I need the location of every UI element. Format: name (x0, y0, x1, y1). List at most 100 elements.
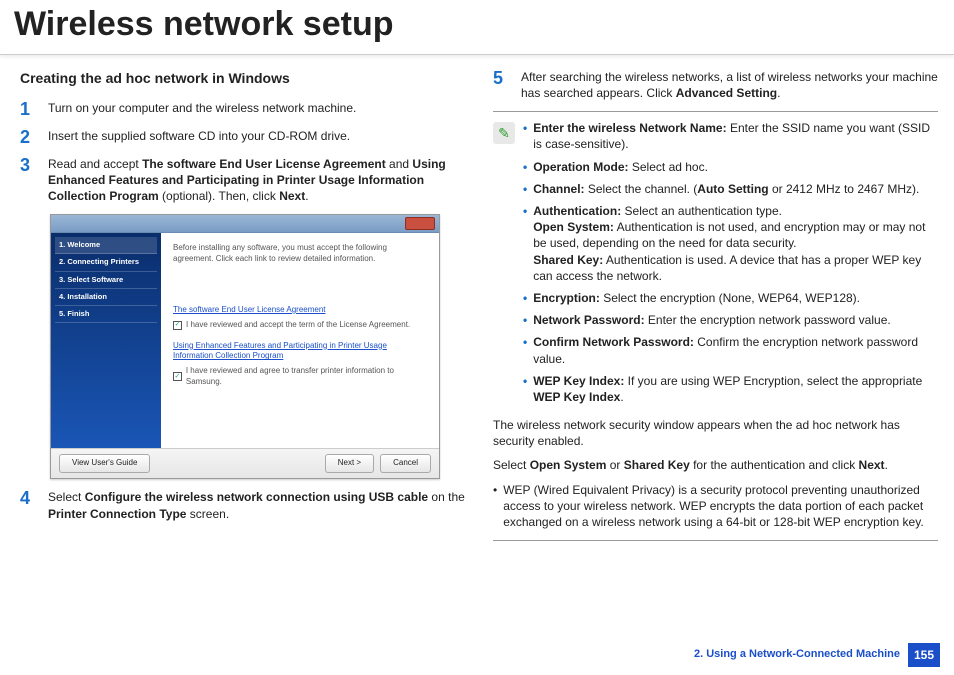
note-icon: ✎ (493, 122, 515, 144)
t: Configure the wireless network connectio… (85, 490, 428, 504)
t: Encryption: (533, 291, 600, 305)
t: and (386, 157, 413, 171)
checkbox-icon[interactable]: ✓ (173, 321, 182, 330)
t: Select (493, 458, 530, 472)
page-footer: 2. Using a Network-Connected Machine 155 (694, 643, 940, 667)
right-column: 5 After searching the wireless networks,… (493, 69, 938, 549)
section-heading: Creating the ad hoc network in Windows (20, 69, 465, 88)
step-text: Turn on your computer and the wireless n… (48, 100, 465, 118)
cancel-button[interactable]: Cancel (380, 454, 431, 473)
t: . (885, 458, 888, 472)
usage-link[interactable]: Using Enhanced Features and Participatin… (173, 341, 427, 363)
note-item: Authentication: Select an authentication… (523, 203, 938, 284)
t: The software End User License Agreement (142, 157, 386, 171)
t: Enter the wireless Network Name: (533, 121, 726, 135)
t: Select the channel. ( (585, 182, 698, 196)
installer-screenshot: 1. Welcome 2. Connecting Printers 3. Sel… (50, 214, 440, 479)
note-item: Confirm Network Password: Confirm the en… (523, 334, 938, 366)
t: Shared Key: (533, 253, 603, 267)
note-item: WEP Key Index: If you are using WEP Encr… (523, 373, 938, 405)
note-item: Channel: Select the channel. (Auto Setti… (523, 181, 938, 197)
step-1: 1 Turn on your computer and the wireless… (20, 100, 465, 118)
page-title: Wireless network setup (0, 0, 954, 55)
checkbox-label: I have reviewed and accept the term of t… (186, 320, 410, 331)
note-item: Operation Mode: Select ad hoc. (523, 159, 938, 175)
t: WEP Key Index (533, 390, 620, 404)
t: or 2412 MHz to 2467 MHz). (769, 182, 920, 196)
step-number: 5 (493, 69, 509, 101)
t: on the (428, 490, 465, 504)
step-number: 1 (20, 100, 36, 118)
installer-sidebar: 1. Welcome 2. Connecting Printers 3. Sel… (51, 233, 161, 448)
t: Select the encryption (None, WEP64, WEP1… (600, 291, 860, 305)
step-5: 5 After searching the wireless networks,… (493, 69, 938, 101)
nav-item: 3. Select Software (55, 272, 157, 289)
note-item: Enter the wireless Network Name: Enter t… (523, 120, 938, 152)
view-guide-button[interactable]: View User's Guide (59, 454, 150, 473)
close-icon[interactable] (405, 217, 435, 230)
step-text: Read and accept The software End User Li… (48, 156, 465, 205)
t: Select ad hoc. (629, 160, 708, 174)
chapter-label: 2. Using a Network-Connected Machine (694, 647, 900, 662)
checkbox-icon[interactable]: ✓ (173, 372, 182, 381)
t: Read and accept (48, 157, 142, 171)
t: Next (279, 189, 305, 203)
t: Next (859, 458, 885, 472)
step-4: 4 Select Configure the wireless network … (20, 489, 465, 521)
t: Authentication: (533, 204, 621, 218)
t: Confirm Network Password: (533, 335, 694, 349)
step-text: Select Configure the wireless network co… (48, 489, 465, 521)
next-button[interactable]: Next > (325, 454, 374, 473)
step-text: Insert the supplied software CD into you… (48, 128, 465, 146)
separator (493, 540, 938, 541)
security-window-text: The wireless network security window app… (493, 417, 938, 449)
separator (493, 111, 938, 112)
t: . (620, 390, 623, 404)
step-3: 3 Read and accept The software End User … (20, 156, 465, 205)
t: or (606, 458, 623, 472)
checkbox-label: I have reviewed and agree to transfer pr… (186, 366, 427, 388)
after-note-block: The wireless network security window app… (493, 417, 938, 530)
t: Shared Key (624, 458, 690, 472)
t: (optional). Then, click (159, 189, 280, 203)
t: Printer Connection Type (48, 507, 186, 521)
t: . (305, 189, 308, 203)
note-box: ✎ Enter the wireless Network Name: Enter… (493, 120, 938, 411)
titlebar (51, 215, 439, 233)
t: Select an authentication type. (621, 204, 782, 218)
t: Auto Setting (697, 182, 768, 196)
t: for the authentication and click (690, 458, 859, 472)
nav-item: 4. Installation (55, 289, 157, 306)
t: WEP (Wired Equivalent Privacy) is a secu… (503, 482, 938, 531)
eula-link[interactable]: The software End User License Agreement (173, 305, 427, 316)
note-item: Encryption: Select the encryption (None,… (523, 290, 938, 306)
t: WEP Key Index: (533, 374, 624, 388)
note-item: Network Password: Enter the encryption n… (523, 312, 938, 328)
t: Operation Mode: (533, 160, 628, 174)
t: If you are using WEP Encryption, select … (624, 374, 922, 388)
t: Open System: (533, 220, 614, 234)
usage-checkbox-row[interactable]: ✓ I have reviewed and agree to transfer … (173, 366, 427, 388)
t: . (777, 86, 780, 100)
t: Network Password: (533, 313, 644, 327)
wep-explain-bullet: WEP (Wired Equivalent Privacy) is a secu… (493, 482, 938, 531)
t: screen. (186, 507, 229, 521)
nav-item: 2. Connecting Printers (55, 254, 157, 271)
step-number: 3 (20, 156, 36, 205)
t: Advanced Setting (676, 86, 777, 100)
nav-item: 5. Finish (55, 306, 157, 323)
t: Select (48, 490, 85, 504)
page-number: 155 (908, 643, 940, 667)
left-column: Creating the ad hoc network in Windows 1… (20, 69, 465, 549)
t: Channel: (533, 182, 584, 196)
select-auth-text: Select Open System or Shared Key for the… (493, 457, 938, 473)
step-number: 2 (20, 128, 36, 146)
t: Enter the encryption network password va… (645, 313, 891, 327)
installer-main: Before installing any software, you must… (161, 233, 439, 448)
step-number: 4 (20, 489, 36, 521)
installer-footer: View User's Guide Next > Cancel (51, 448, 439, 478)
nav-item: 1. Welcome (55, 237, 157, 254)
eula-checkbox-row[interactable]: ✓ I have reviewed and accept the term of… (173, 320, 427, 331)
step-2: 2 Insert the supplied software CD into y… (20, 128, 465, 146)
step-text: After searching the wireless networks, a… (521, 69, 938, 101)
